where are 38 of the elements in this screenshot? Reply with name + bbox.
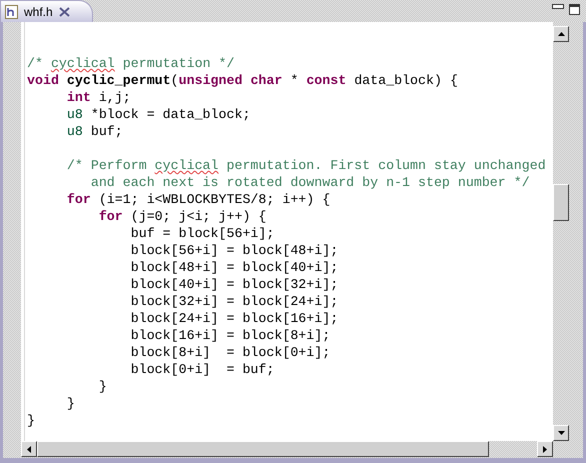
code-line: void cyclic_permut(unsigned char * const data_block) { [27, 72, 459, 89]
code-line: and each next is rotated downward by n-1 step number */ [90, 174, 531, 191]
code-line: } [27, 412, 36, 429]
vertical-scrollbar[interactable] [553, 26, 570, 441]
scroll-up-button[interactable] [553, 26, 569, 42]
code-line: block[56+i] = block[48+i]; [130, 242, 340, 259]
up-arrow-icon[interactable] [558, 32, 564, 36]
code-line: for (i=1; i<WBLOCKBYTES/8; i++) { [66, 191, 332, 208]
close-icon[interactable] [58, 6, 70, 16]
code-line: block[24+i] = block[16+i]; [130, 310, 340, 327]
code-line: /* cyclical permutation */ [27, 55, 236, 72]
code-line: block[0+i] = buf; [130, 361, 276, 378]
code-line: int i,j; [66, 89, 132, 106]
code-line: block[8+i] = block[0+i]; [130, 344, 332, 361]
code-line: for (j=0; j<i; j++) { [98, 208, 268, 225]
scroll-right-button[interactable] [537, 441, 553, 457]
scroll-down-button[interactable] [553, 425, 569, 441]
code-line: } [66, 395, 76, 412]
left-arrow-icon[interactable] [27, 446, 31, 452]
code-line: block[40+i] = block[32+i]; [130, 276, 340, 293]
scrollbar-thumb[interactable] [553, 184, 569, 221]
scrollbar-thumb[interactable] [37, 441, 489, 457]
code-line: block[32+i] = block[24+i]; [130, 293, 340, 310]
right-arrow-icon[interactable] [543, 446, 547, 452]
minimize-icon[interactable] [552, 4, 564, 10]
code-line: u8 buf; [66, 123, 124, 140]
code-line: } [98, 378, 108, 395]
code-line: block[16+i] = block[8+i]; [130, 327, 332, 344]
header-file-icon [5, 4, 18, 18]
code-line: buf = block[56+i]; [130, 225, 276, 242]
down-arrow-icon[interactable] [558, 431, 564, 435]
horizontal-scrollbar[interactable] [21, 441, 553, 458]
code-line: u8 *block = data_block; [66, 106, 252, 123]
code-line: /* Perform cyclical permutation. First column stay unchanged [66, 157, 547, 174]
editor-tab[interactable]: whf.h [0, 0, 93, 22]
scroll-left-button[interactable] [21, 441, 37, 457]
maximize-icon[interactable] [569, 4, 580, 15]
code-line: block[48+i] = block[40+i]; [130, 259, 340, 276]
